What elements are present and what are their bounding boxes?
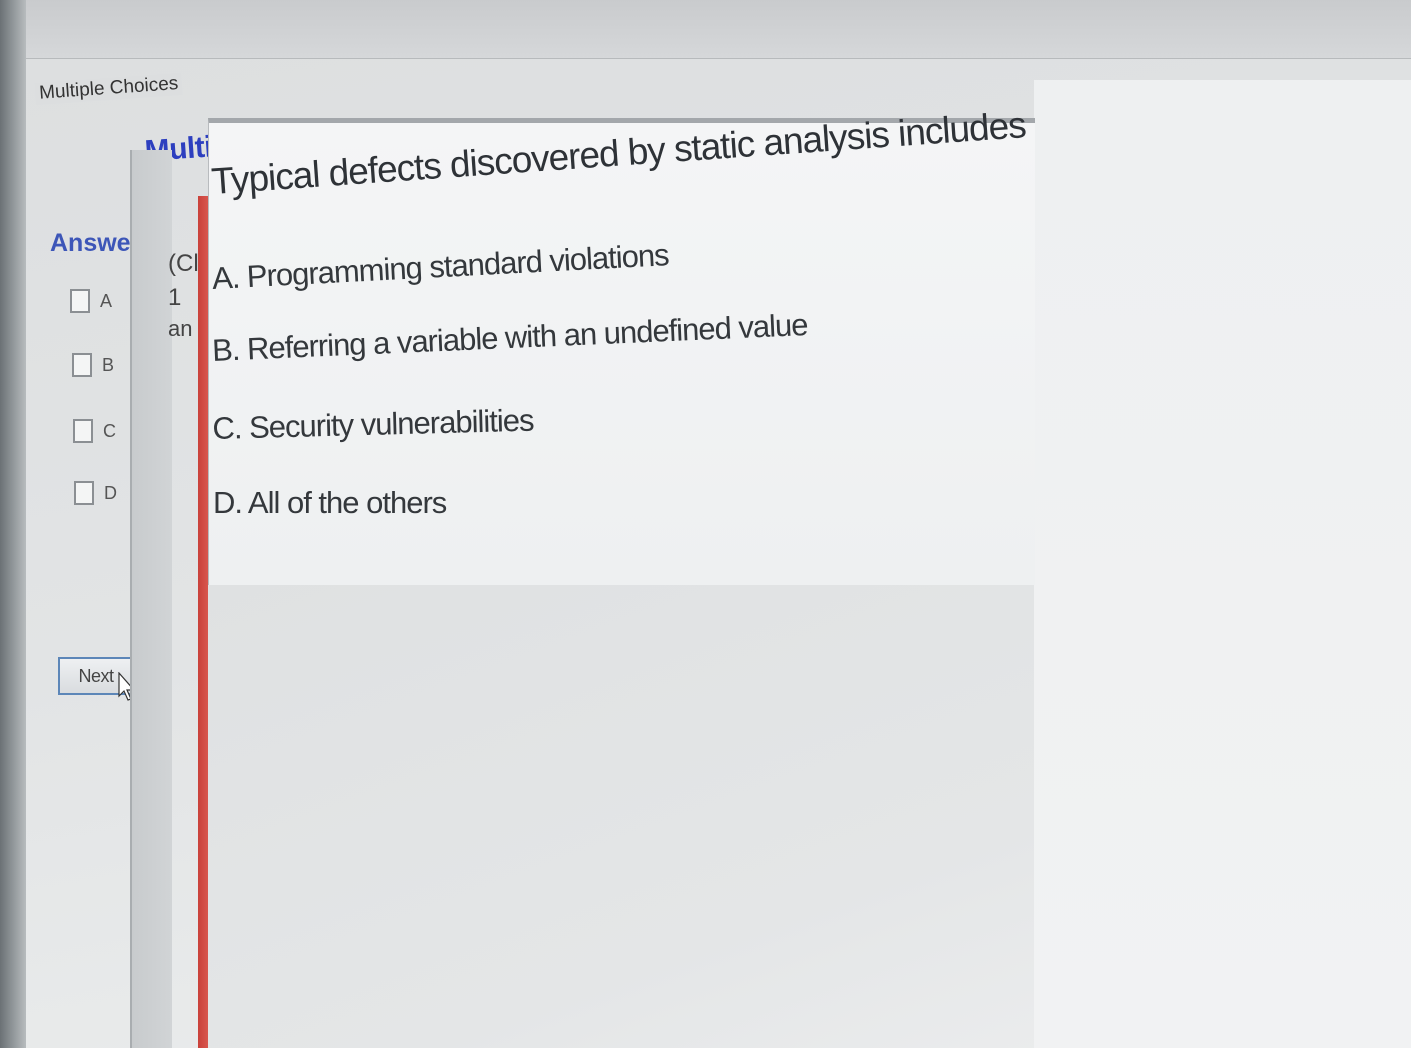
choice-label-b: B [102, 354, 115, 375]
choice-label-a: A [100, 290, 113, 311]
checkbox-d[interactable] [74, 481, 94, 505]
red-accent-bar [198, 196, 208, 1048]
choice-label-c: C [103, 420, 116, 441]
left-panel-divider [130, 150, 172, 1048]
partial-instruction-line-3: an [168, 316, 193, 341]
answer-choice-a[interactable]: A [70, 289, 112, 313]
group-caption: Multiple Choices [34, 72, 184, 105]
screen-bezel-edge [0, 0, 26, 1048]
question-text: Typical defects discovered by static ana… [210, 104, 1027, 203]
answer-choice-d[interactable]: D [74, 481, 117, 505]
option-c-text: C. Security vulnerabilities [212, 402, 534, 447]
checkbox-b[interactable] [72, 353, 92, 377]
answer-choice-b[interactable]: B [72, 353, 114, 377]
checkbox-c[interactable] [73, 419, 93, 443]
question-panel: Typical defects discovered by static ana… [208, 104, 1035, 585]
option-d-text: D. All of the others [213, 485, 447, 520]
answer-choice-c[interactable]: C [73, 419, 116, 443]
partial-instruction-line-1: (Cl [168, 250, 199, 277]
option-b-text: B. Referring a variable with an undefine… [211, 307, 809, 369]
option-a-text: A. Programming standard violations [211, 237, 670, 297]
checkbox-a[interactable] [70, 289, 90, 313]
answer-label: Answer [50, 229, 141, 257]
choice-label-d: D [104, 482, 117, 503]
window-top-strip [26, 0, 1411, 60]
right-empty-area [1034, 80, 1411, 1048]
partial-instruction-line-2: 1 [168, 284, 182, 311]
